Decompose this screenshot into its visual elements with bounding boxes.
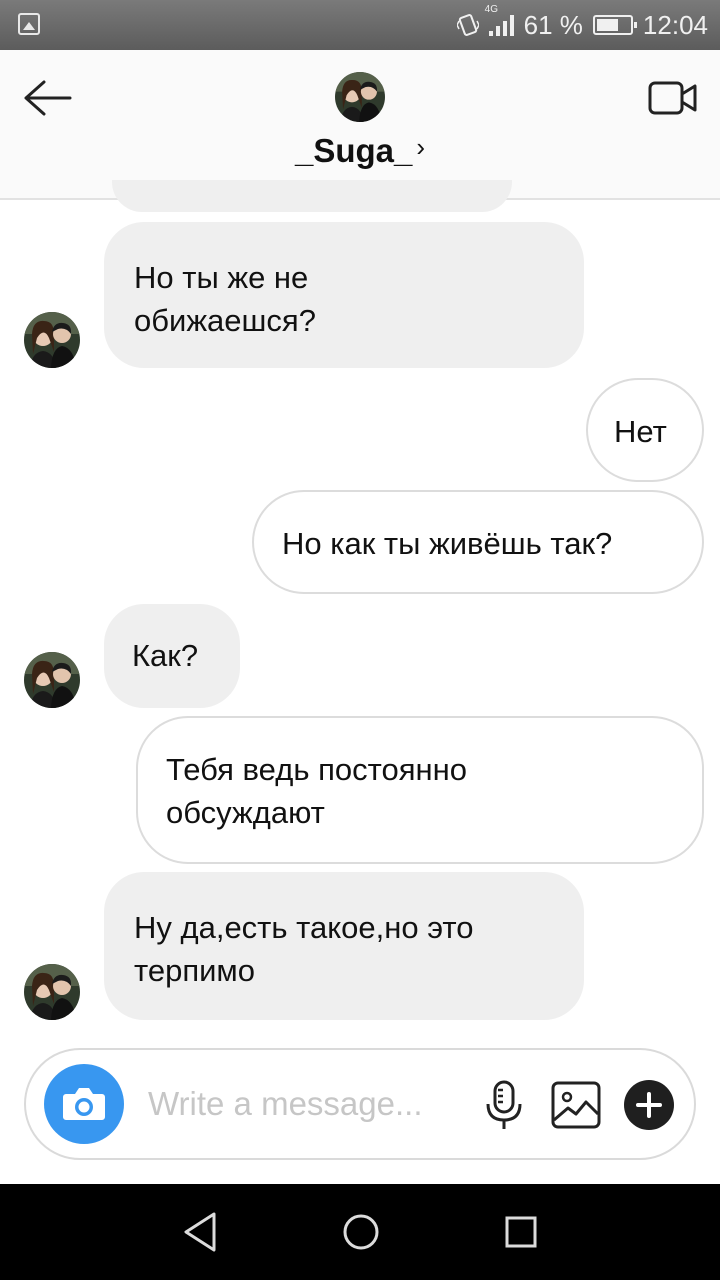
username-text[interactable]: _Suga_ [295,132,412,169]
message-outgoing: Нет [586,378,704,482]
camera-button[interactable] [44,1064,124,1144]
battery-icon [592,15,637,35]
signal-icon: 4G [485,4,514,36]
add-button[interactable] [624,1080,674,1130]
gallery-button[interactable] [550,1080,602,1130]
system-nav-bar [0,1184,720,1280]
plus-icon [636,1092,662,1118]
message-text: Как? [132,638,199,673]
camera-icon [63,1088,105,1120]
message-incoming: Как? [104,604,240,708]
message-incoming: Ну да,есть такое,но это терпимо [104,872,584,1020]
battery-percent: 61 % [523,9,583,40]
message-outgoing: Тебя ведь постоянно обсуждают [136,716,704,864]
message-text: Тебя ведь постоянно [166,752,467,787]
message-text: обсуждают [166,795,325,830]
network-label: 4G [484,4,498,15]
message-text: Но как ты живёшь так? [282,526,613,561]
message-text: Ну да,есть такое,но это [134,910,474,945]
message-composer [24,1048,696,1160]
partial-message-bubble [112,180,512,212]
message-incoming: Но ты же не обижаешся? [104,222,584,368]
message-outgoing: Но как ты живёшь так? [252,490,704,594]
clock: 12:04 [642,9,708,40]
chat-username[interactable]: _Suga_ › [0,132,720,170]
message-input[interactable] [148,1076,458,1132]
message-text: терпимо [134,953,255,988]
sender-avatar[interactable] [24,964,80,1020]
gallery-icon [551,1081,601,1129]
sender-avatar[interactable] [24,652,80,708]
recents-square-icon[interactable] [495,1206,547,1258]
message-text: обижаешся? [134,303,316,338]
profile-avatar[interactable] [335,72,385,122]
chevron-right-icon: › [416,132,426,162]
gallery-notification-icon [18,13,40,35]
back-triangle-icon[interactable] [176,1206,228,1258]
message-text: Нет [614,414,667,449]
chat-header: _Suga_ › [0,50,720,200]
microphone-icon [486,1080,522,1129]
home-circle-icon[interactable] [335,1206,387,1258]
vibrate-icon [456,14,479,36]
status-bar: 4G 61 % 12:04 [0,0,720,50]
microphone-button[interactable] [484,1080,524,1132]
video-camera-icon [648,81,697,115]
sender-avatar[interactable] [24,312,80,368]
arrow-left-icon [24,80,72,116]
message-text: Но ты же не [134,260,309,295]
back-button[interactable] [22,78,74,118]
video-call-button[interactable] [648,78,698,118]
